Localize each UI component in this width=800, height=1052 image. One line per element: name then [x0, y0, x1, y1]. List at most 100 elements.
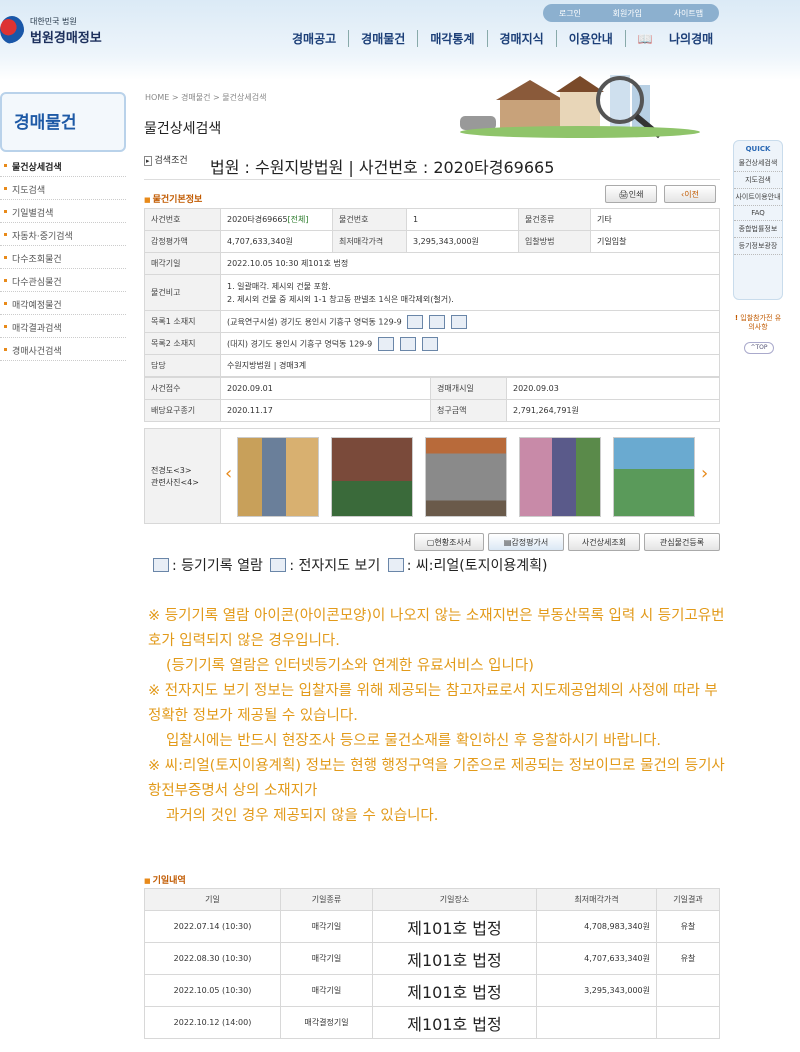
quick-item-detail-search[interactable]: 물건상세검색: [734, 155, 782, 172]
item-no: 1: [406, 208, 519, 231]
notice-line-4: 입찰시에는 반드시 현장조사 등으로 물건소재를 확인하신 후 응찰하시기 바랍…: [166, 733, 662, 749]
result-cell: 유찰: [656, 910, 720, 943]
bid-warning-link[interactable]: ! 입찰참가전 유의사항: [733, 314, 783, 332]
nav-my[interactable]: 📖 나의경매: [626, 30, 737, 47]
top-button[interactable]: ^TOP: [744, 342, 774, 354]
receipt-value: 2020.09.01: [220, 377, 431, 400]
add-interest-button[interactable]: 관심물건등록: [644, 533, 720, 551]
sidebar-item-vehicle-search[interactable]: 자동차·중기검색: [0, 223, 126, 246]
case-detail-button[interactable]: 사건상세조회: [568, 533, 640, 551]
start-value: 2020.09.03: [506, 377, 720, 400]
case-all-link[interactable]: [전체]: [288, 215, 309, 224]
photo-label-overview[interactable]: 전경도<3>: [151, 465, 220, 477]
quick-item-registry[interactable]: 등기정보광장: [734, 238, 782, 255]
sidebar-item-date-search[interactable]: 기일별검색: [0, 200, 126, 223]
sidebar-item-most-viewed[interactable]: 다수조회물건: [0, 246, 126, 269]
status-report-button[interactable]: ▢ 현황조사서: [414, 533, 484, 551]
nav-stats[interactable]: 매각통계: [418, 30, 488, 47]
map-icon[interactable]: [429, 314, 446, 329]
nav-knowledge[interactable]: 경매지식: [488, 30, 557, 47]
bid-method-label: 입찰방법: [518, 230, 591, 253]
dept-label: 담당: [144, 354, 221, 377]
sidebar-item-case-search[interactable]: 경매사건검색: [0, 338, 126, 361]
result-cell: [656, 974, 720, 1007]
sidebar-item-detail-search[interactable]: 물건상세검색: [0, 154, 126, 177]
loc1-cell: (교육연구시설) 경기도 용인시 기흥구 영덕동 129-9: [220, 310, 720, 333]
date-cell: 2022.10.05 (10:30): [144, 974, 281, 1007]
prev-button[interactable]: ‹ 이전: [664, 185, 716, 203]
remark-line-2: 2. 제시외 건물 중 제시외 1-1 창고동 판넬조 1식은 매각제외(철거)…: [227, 294, 454, 304]
seereal-icon[interactable]: [451, 314, 468, 329]
item-no-label: 물건번호: [332, 208, 407, 231]
sidebar-item-results[interactable]: 매각결과검색: [0, 315, 126, 338]
notice-line-3: ※ 전자지도 보기 정보는 입찰자를 위해 제공되는 참고자료로서 지도제공업체…: [148, 683, 718, 724]
quick-item-map-search[interactable]: 지도검색: [734, 172, 782, 189]
utility-nav: 로그인 회원가입 사이트맵: [543, 4, 719, 22]
loc1-value: (교육연구시설) 경기도 용인시 기흥구 영덕동 129-9: [227, 317, 402, 326]
item-type: 기타: [590, 208, 720, 231]
join-link[interactable]: 회원가입: [613, 8, 642, 19]
court-emblem-icon: [0, 16, 24, 44]
dates-table: 기일 기일종류 기일장소 최저매각가격 기일결과 2022.07.14 (10:…: [144, 888, 720, 1039]
page-title: 물건상세검색: [144, 121, 222, 137]
place-cell: 제101호 법정: [372, 1006, 537, 1039]
notice-line-5: ※ 씨:리얼(토지이용계획) 정보는 현행 행정구역을 기준으로 제공되는 정보…: [148, 758, 725, 799]
map-icon: [270, 558, 287, 572]
sale-date-label: 매각기일: [144, 252, 221, 275]
status-report-label: 현황조사서: [434, 537, 472, 547]
price-cell: 3,295,343,000원: [536, 974, 657, 1007]
sidebar-item-map-search[interactable]: 지도검색: [0, 177, 126, 200]
place-cell: 제101호 법정: [372, 942, 537, 975]
photo-thumbnail[interactable]: [613, 437, 695, 517]
photo-prev-arrow[interactable]: ‹: [225, 463, 232, 484]
price-cell: 4,708,983,340원: [536, 910, 657, 943]
photo-label-related[interactable]: 관련사진<4>: [151, 477, 220, 489]
quick-title: QUICK: [745, 145, 771, 153]
result-cell: 유찰: [656, 942, 720, 975]
seereal-icon[interactable]: [421, 336, 438, 351]
sidebar-item-scheduled[interactable]: 매각예정물건: [0, 292, 126, 315]
deadline-value: 2020.11.17: [220, 399, 431, 422]
nav-my-label: 나의경매: [668, 32, 714, 46]
seereal-icon: [387, 558, 404, 572]
dates-header: 최저매각가격: [536, 888, 657, 911]
photo-thumbnail[interactable]: [425, 437, 507, 517]
basic-info-table: 사건번호 2020타경69665[전체] 물건번호 1 물건종류 기타 감정평가…: [144, 208, 720, 377]
photo-thumbnail[interactable]: [331, 437, 413, 517]
sitemap-link[interactable]: 사이트맵: [674, 8, 703, 19]
case-info-table: 사건접수 2020.09.01 경매개시일 2020.09.03 배당요구종기 …: [144, 377, 720, 422]
sidebar-title: 경매물건: [0, 92, 126, 152]
nav-items[interactable]: 경매물건: [349, 30, 419, 47]
dates-header: 기일장소: [372, 888, 537, 911]
photo-next-arrow[interactable]: ›: [701, 463, 708, 484]
quick-item-law-info[interactable]: 종합법률정보: [734, 221, 782, 238]
appraisal-report-button[interactable]: ▤ 감정평가서: [488, 533, 564, 551]
photo-thumbnail[interactable]: [237, 437, 319, 517]
login-link[interactable]: 로그인: [559, 8, 581, 19]
nav-notice[interactable]: 경매공고: [280, 30, 350, 47]
basic-info-title: 물건기본정보: [144, 192, 203, 205]
price-cell: 4,707,633,340원: [536, 942, 657, 975]
loc2-cell: (대지) 경기도 용인시 기흥구 영덕동 129-9: [220, 332, 720, 355]
photo-thumbnail[interactable]: [519, 437, 601, 517]
search-condition-label: 검색조건: [144, 153, 188, 166]
icon-legend: : 등기기록 열람 : 전자지도 보기 : 씨:리얼(토지이용계획): [150, 555, 547, 575]
registry-icon[interactable]: [377, 336, 394, 351]
receipt-label: 사건접수: [144, 377, 221, 400]
quick-item-faq[interactable]: FAQ: [734, 206, 782, 221]
map-icon[interactable]: [399, 336, 416, 351]
notice-text: ※ 등기기록 열람 아이콘(아이콘모양)이 나오지 않는 소재지번은 부동산목록…: [148, 604, 728, 829]
court-logo[interactable]: 대한민국 법원 법원경매정보: [0, 10, 120, 50]
remark-line-1: 1. 일괄매각. 제시외 건물 포함.: [227, 281, 331, 291]
print-button[interactable]: 🖨 인쇄: [605, 185, 657, 203]
sale-date-value: 2022.10.05 10:30 제101호 법정: [220, 252, 720, 275]
prev-label: 이전: [684, 189, 699, 199]
nav-guide[interactable]: 이용안내: [557, 30, 626, 47]
quick-item-site-guide[interactable]: 사이트이용안내: [734, 189, 782, 206]
legend-seereal: : 씨:리얼(토지이용계획): [406, 558, 548, 574]
table-row: 2022.10.05 (10:30) 매각기일 제101호 법정 3,295,3…: [144, 974, 720, 1007]
sidebar-item-most-interest[interactable]: 다수관심물건: [0, 269, 126, 292]
bid-warning-label: 입찰참가전 유의사항: [740, 314, 782, 331]
remark-label: 물건비고: [144, 274, 221, 311]
registry-icon[interactable]: [407, 314, 424, 329]
